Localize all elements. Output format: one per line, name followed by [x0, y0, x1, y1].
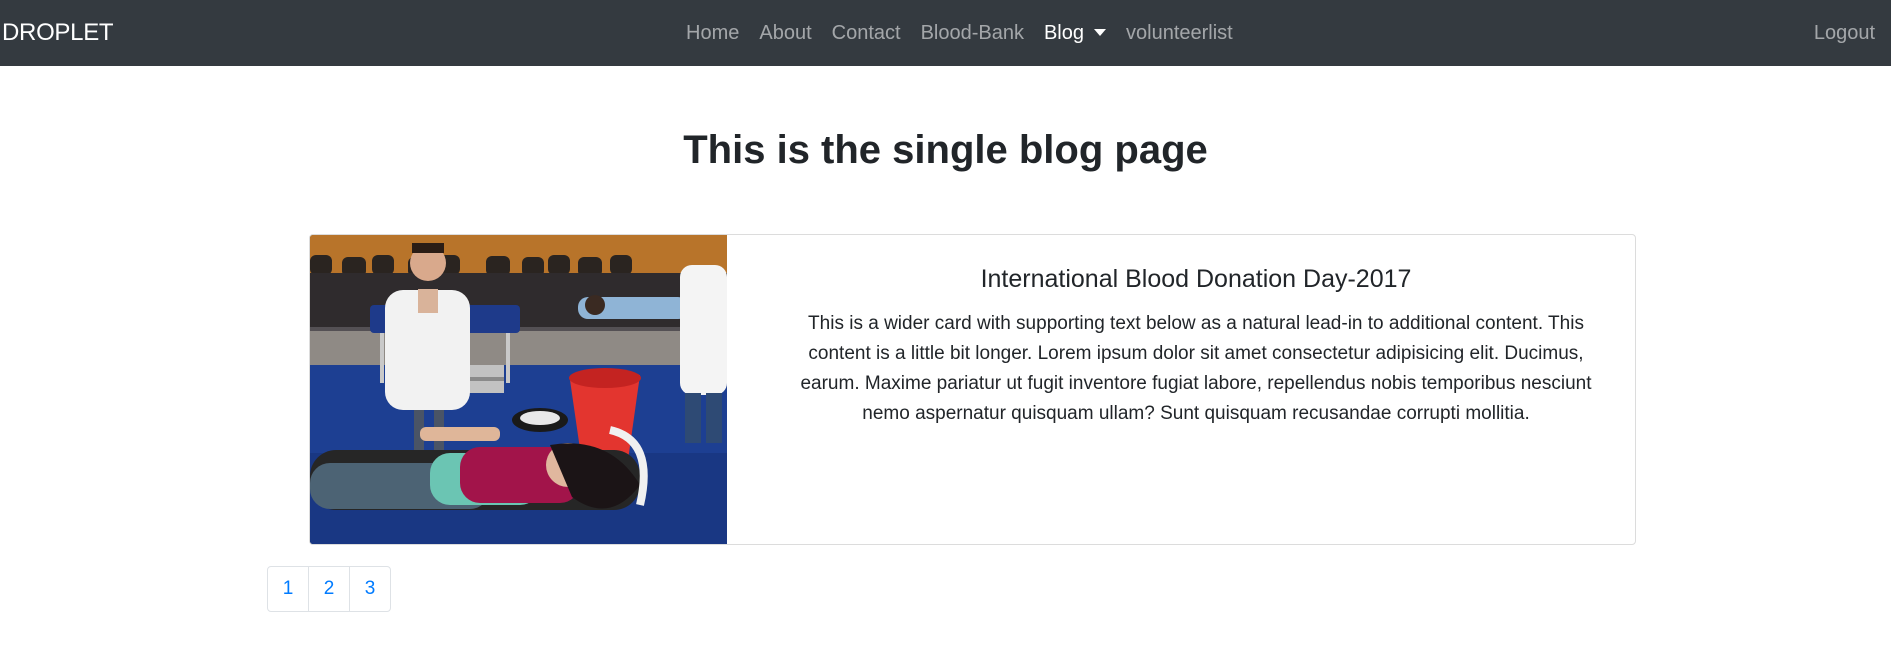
blood-donation-photo [310, 235, 727, 544]
page-link-2[interactable]: 2 [308, 566, 350, 612]
page-link-1[interactable]: 1 [267, 566, 309, 612]
nav-link-contact[interactable]: Contact [822, 0, 911, 66]
page-title: This is the single blog page [683, 128, 1208, 172]
nav-links: Home About Contact Blood-Bank Blog volun… [676, 0, 1243, 66]
nav-item-blood-bank: Blood-Bank [911, 0, 1034, 66]
logout-link[interactable]: Logout [1814, 0, 1875, 66]
blog-card-body: International Blood Donation Day-2017 Th… [727, 235, 1635, 544]
page-link-3[interactable]: 3 [349, 566, 391, 612]
brand-logo[interactable]: DROPLET [2, 0, 114, 66]
card-title: International Blood Donation Day-2017 [980, 265, 1412, 293]
nav-item-home: Home [676, 0, 749, 66]
nav-item-contact: Contact [822, 0, 911, 66]
nav-link-about[interactable]: About [749, 0, 821, 66]
nav-item-volunteerlist: volunteerlist [1116, 0, 1243, 66]
nav-link-home[interactable]: Home [676, 0, 749, 66]
blog-card-image [310, 235, 727, 544]
nav-link-volunteerlist[interactable]: volunteerlist [1116, 0, 1243, 66]
navbar: DROPLET Home About Contact Blood-Bank Bl… [0, 0, 1891, 66]
card-text: This is a wider card with supporting tex… [800, 313, 1592, 424]
caret-down-icon [1094, 28, 1106, 36]
blog-card: International Blood Donation Day-2017 Th… [309, 234, 1636, 545]
nav-link-blog-label: Blog [1043, 22, 1084, 44]
nav-link-blood-bank[interactable]: Blood-Bank [911, 0, 1034, 66]
nav-item-about: About [749, 0, 821, 66]
pagination: 1 2 3 [267, 566, 391, 612]
nav-dropdown-blog[interactable]: Blog [1034, 0, 1116, 66]
nav-item-blog: Blog [1034, 0, 1116, 66]
